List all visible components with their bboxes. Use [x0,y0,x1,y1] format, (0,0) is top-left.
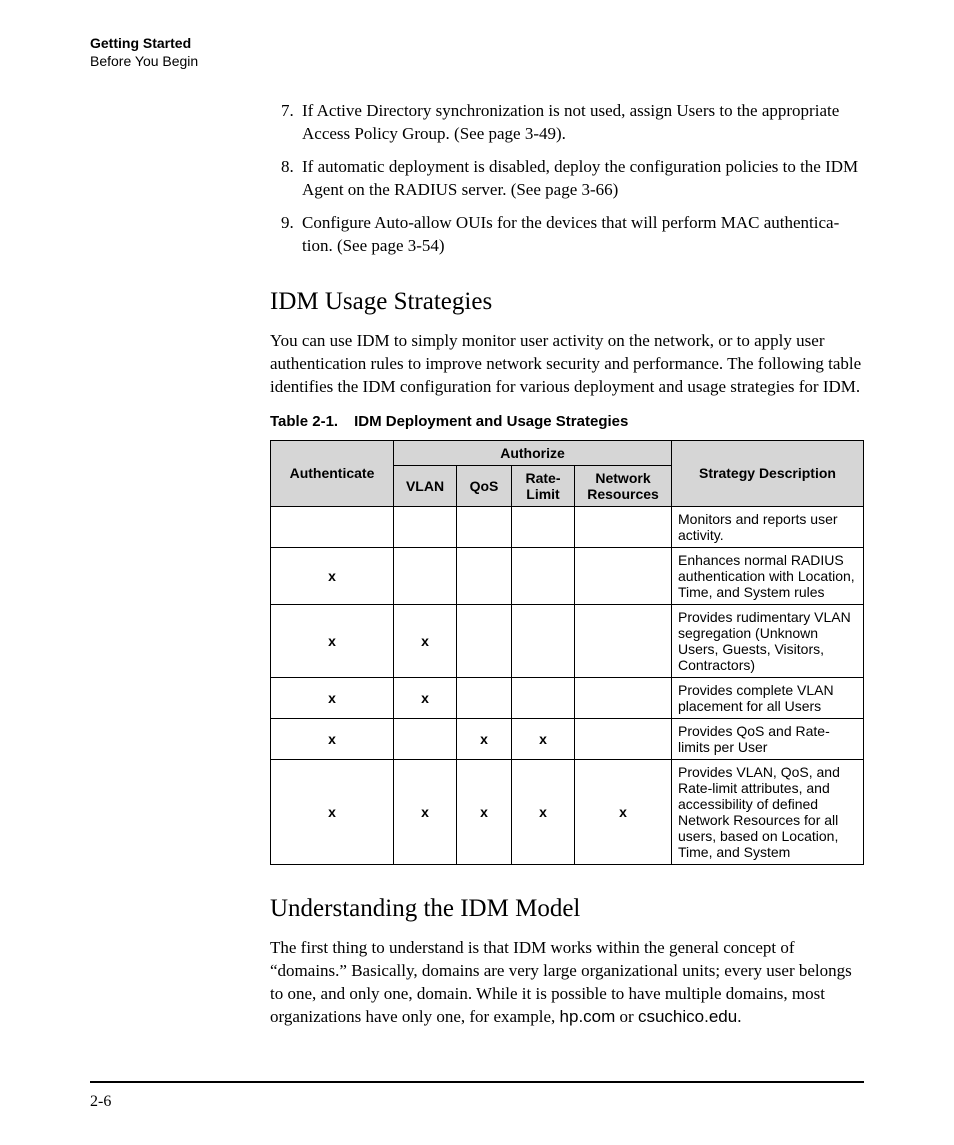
cell-net [575,604,672,677]
cell-net [575,547,672,604]
page-footer: 2-6 [90,1081,864,1111]
table-row: x Enhances normal RADIUS authentication … [271,547,864,604]
table-row: x x Provides complete VLAN placement for… [271,677,864,718]
step-item: If automatic deployment is disabled, dep… [298,156,864,202]
main-content: If Active Directory synchronization is n… [270,100,864,1028]
cell-vlan: x [394,677,457,718]
strategies-table: Authenticate Authorize Strategy Descript… [270,440,864,865]
footer-rule [90,1081,864,1083]
section-title: Before You Begin [90,52,864,70]
cell-net: x [575,759,672,864]
cell-auth: x [271,604,394,677]
cell-auth: x [271,547,394,604]
table-row: x x x x x Provides VLAN, QoS, and Rate-l… [271,759,864,864]
col-vlan: VLAN [394,465,457,506]
cell-rate [512,506,575,547]
model-paragraph: The first thing to understand is that ID… [270,937,864,1029]
cell-desc: Provides QoS and Rate-limits per User [672,718,864,759]
section-intro: You can use IDM to simply monitor user a… [270,330,864,399]
cell-qos [457,604,512,677]
col-authenticate: Authenticate [271,440,394,506]
cell-desc: Monitors and reports user activity. [672,506,864,547]
cell-auth: x [271,718,394,759]
cell-qos [457,547,512,604]
table-row: x x x Provides QoS and Rate-limits per U… [271,718,864,759]
cell-rate: x [512,759,575,864]
cell-desc: Provides VLAN, QoS, and Rate-limit attri… [672,759,864,864]
domain-example: hp.com [560,1007,616,1026]
cell-desc: Enhances normal RADIUS authentication wi… [672,547,864,604]
cell-vlan [394,718,457,759]
para-suffix: . [737,1007,741,1026]
step-item: Configure Auto-allow OUIs for the device… [298,212,864,258]
cell-vlan [394,506,457,547]
cell-rate [512,604,575,677]
table-caption: Table 2-1. IDM Deployment and Usage Strat… [270,413,864,430]
col-network: Network Resources [575,465,672,506]
cell-desc: Provides rudimentary VLAN segregation (U… [672,604,864,677]
page: Getting Started Before You Begin If Acti… [0,0,954,1145]
cell-rate: x [512,718,575,759]
cell-vlan [394,547,457,604]
cell-qos [457,506,512,547]
col-qos: QoS [457,465,512,506]
cell-net [575,677,672,718]
col-authorize: Authorize [394,440,672,465]
cell-qos: x [457,759,512,864]
table-row: Monitors and reports user activity. [271,506,864,547]
table-title: IDM Deployment and Usage Strategies [354,413,628,430]
cell-auth: x [271,759,394,864]
cell-qos [457,677,512,718]
domain-example: csuchico.edu [638,1007,737,1026]
chapter-title: Getting Started [90,34,864,52]
cell-auth: x [271,677,394,718]
section-heading-model: Understanding the IDM Model [270,895,864,923]
cell-vlan: x [394,759,457,864]
cell-rate [512,547,575,604]
step-item: If Active Directory synchronization is n… [298,100,864,146]
table-number: Table 2-1. [270,413,338,430]
cell-rate [512,677,575,718]
running-header: Getting Started Before You Begin [90,34,864,70]
numbered-steps: If Active Directory synchronization is n… [270,100,864,258]
col-rate: Rate-Limit [512,465,575,506]
para-joiner: or [615,1007,638,1026]
cell-vlan: x [394,604,457,677]
col-description: Strategy Description [672,440,864,506]
table-row: x x Provides rudimentary VLAN segregatio… [271,604,864,677]
cell-net [575,718,672,759]
cell-qos: x [457,718,512,759]
cell-desc: Provides complete VLAN placement for all… [672,677,864,718]
cell-auth [271,506,394,547]
section-heading-usage: IDM Usage Strategies [270,288,864,316]
cell-net [575,506,672,547]
page-number: 2-6 [90,1093,864,1111]
